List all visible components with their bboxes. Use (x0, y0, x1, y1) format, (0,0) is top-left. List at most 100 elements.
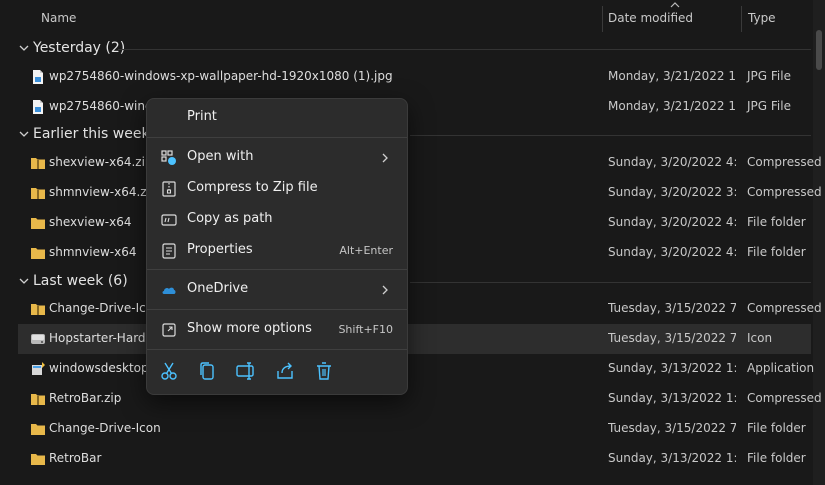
file-row[interactable]: wp2754860-windows-xp-wallpaper-hd-1920x1… (18, 62, 811, 92)
file-name: shmnview-x64 (49, 245, 137, 259)
vertical-scrollbar[interactable] (813, 0, 825, 485)
delete-icon[interactable] (312, 359, 336, 383)
open-with-icon (161, 150, 176, 165)
column-type[interactable]: Type (748, 11, 776, 25)
file-name: shmnview-x64.zip (49, 185, 158, 199)
rename-icon[interactable] (234, 359, 258, 383)
zip-folder-icon (31, 394, 45, 405)
menu-item-label: Open with (187, 149, 254, 164)
group-header-earlier-this-week[interactable]: Earlier this week (4) (18, 123, 811, 147)
column-divider[interactable] (602, 6, 603, 32)
chevron-down-icon (19, 131, 29, 137)
file-type: File folder (747, 215, 806, 229)
file-date: Sunday, 3/13/2022 1:35... (608, 361, 736, 375)
file-date: Sunday, 3/13/2022 1:34... (608, 451, 736, 465)
column-divider[interactable] (741, 6, 742, 32)
menu-separator (147, 309, 407, 310)
menu-item-properties[interactable]: Properties Alt+Enter (151, 236, 403, 266)
installer-icon (32, 362, 45, 375)
jpg-file-icon (33, 70, 43, 84)
group-title: Yesterday (2) (33, 40, 126, 56)
file-row-selected[interactable]: Hopstarter-Hard-Drive.ico Tuesday, 3/15/… (18, 324, 811, 354)
chevron-down-icon (19, 45, 29, 51)
folder-icon (31, 454, 45, 465)
menu-item-print[interactable]: Print (151, 103, 403, 133)
file-name: wp2754860-windows-xp-wallpaper-hd-1920x1… (49, 69, 393, 83)
file-name: RetroBar (49, 451, 102, 465)
copy-path-icon (161, 214, 177, 226)
menu-item-open-with[interactable]: Open with (151, 143, 403, 173)
group-header-yesterday[interactable]: Yesterday (2) (18, 37, 811, 61)
file-row[interactable]: shexview-x64 Sunday, 3/20/2022 4:11... F… (18, 208, 811, 238)
menu-separator (147, 269, 407, 270)
file-date: Sunday, 3/20/2022 4:11... (608, 215, 736, 229)
file-name: Change-Drive-Icon (49, 421, 161, 435)
file-name: RetroBar.zip (49, 391, 122, 405)
folder-icon (31, 424, 45, 435)
folder-icon (31, 248, 45, 259)
shortcut-label: Alt+Enter (339, 244, 393, 257)
file-row[interactable]: shmnview-x64 Sunday, 3/20/2022 4:04... F… (18, 238, 811, 268)
group-divider (118, 49, 811, 50)
chevron-right-icon (382, 153, 388, 163)
menu-item-copy-as-path[interactable]: Copy as path (151, 205, 403, 235)
group-header-last-week[interactable]: Last week (6) (18, 270, 811, 294)
menu-item-label: Show more options (187, 321, 312, 336)
column-name[interactable]: Name (41, 11, 76, 25)
menu-separator (147, 137, 407, 138)
file-date: Sunday, 3/13/2022 1:32... (608, 391, 736, 405)
file-row[interactable]: RetroBar.zip Sunday, 3/13/2022 1:32... C… (18, 384, 822, 414)
file-type: File folder (747, 451, 806, 465)
menu-item-label: OneDrive (187, 281, 249, 296)
group-divider (410, 282, 811, 283)
menu-item-compress-zip[interactable]: Compress to Zip file (151, 174, 403, 204)
file-row[interactable]: wp2754860-windows-xp-wallpaper-hd-1920x1… (18, 92, 811, 122)
file-row[interactable]: shexview-x64.zip Sunday, 3/20/2022 4:04.… (18, 148, 822, 178)
properties-icon (162, 243, 176, 259)
zip-icon (162, 181, 176, 197)
file-row[interactable]: RetroBar Sunday, 3/13/2022 1:34... File … (18, 444, 811, 474)
shortcut-label: Shift+F10 (338, 323, 393, 336)
file-type: Compressed (747, 391, 822, 405)
menu-item-label: Copy as path (187, 211, 273, 226)
file-date: Sunday, 3/20/2022 4:04... (608, 155, 736, 169)
sort-up-icon (670, 2, 680, 8)
file-row[interactable]: windowsdesktop-runtime.exe Sunday, 3/13/… (18, 354, 815, 384)
file-type: Application (747, 361, 815, 375)
column-date-modified[interactable]: Date modified (608, 11, 693, 25)
file-type: Compressed (747, 185, 822, 199)
file-row[interactable]: Change-Drive-Icon.zip Tuesday, 3/15/2022… (18, 294, 822, 324)
file-type: JPG File (747, 99, 791, 113)
file-date: Tuesday, 3/15/2022 7:3... (608, 301, 736, 315)
more-options-icon (162, 323, 176, 337)
column-header: Name Date modified Type (0, 0, 825, 36)
menu-item-label: Print (187, 109, 217, 124)
zip-folder-icon (31, 304, 45, 315)
copy-icon[interactable] (195, 359, 219, 383)
onedrive-icon (162, 287, 176, 294)
zip-folder-icon (31, 188, 45, 199)
context-menu: Print Open with Compress to Zip file Cop… (146, 98, 408, 395)
menu-item-onedrive[interactable]: OneDrive (151, 275, 403, 305)
menu-item-show-more-options[interactable]: Show more options Shift+F10 (151, 315, 403, 345)
file-row[interactable]: shmnview-x64.zip Sunday, 3/20/2022 3:48.… (18, 178, 822, 208)
file-row[interactable]: Change-Drive-Icon Tuesday, 3/15/2022 7:4… (18, 414, 811, 444)
file-type: Compressed (747, 301, 822, 315)
share-icon[interactable] (273, 359, 297, 383)
cut-icon[interactable] (157, 359, 181, 383)
file-date: Sunday, 3/20/2022 4:04... (608, 245, 736, 259)
file-type: JPG File (747, 69, 791, 83)
file-date: Monday, 3/21/2022 12:... (608, 69, 736, 83)
chevron-down-icon (19, 278, 29, 284)
file-name: shexview-x64 (49, 215, 132, 229)
zip-folder-icon (31, 158, 45, 169)
folder-icon (31, 218, 45, 229)
menu-item-label: Properties (187, 242, 253, 257)
scroll-thumb[interactable] (816, 30, 822, 70)
file-name: shexview-x64.zip (49, 155, 153, 169)
jpg-file-icon (33, 100, 43, 114)
chevron-right-icon (382, 285, 388, 295)
file-type: File folder (747, 421, 806, 435)
file-date: Tuesday, 3/15/2022 7:4... (608, 421, 736, 435)
menu-item-label: Compress to Zip file (187, 180, 318, 195)
